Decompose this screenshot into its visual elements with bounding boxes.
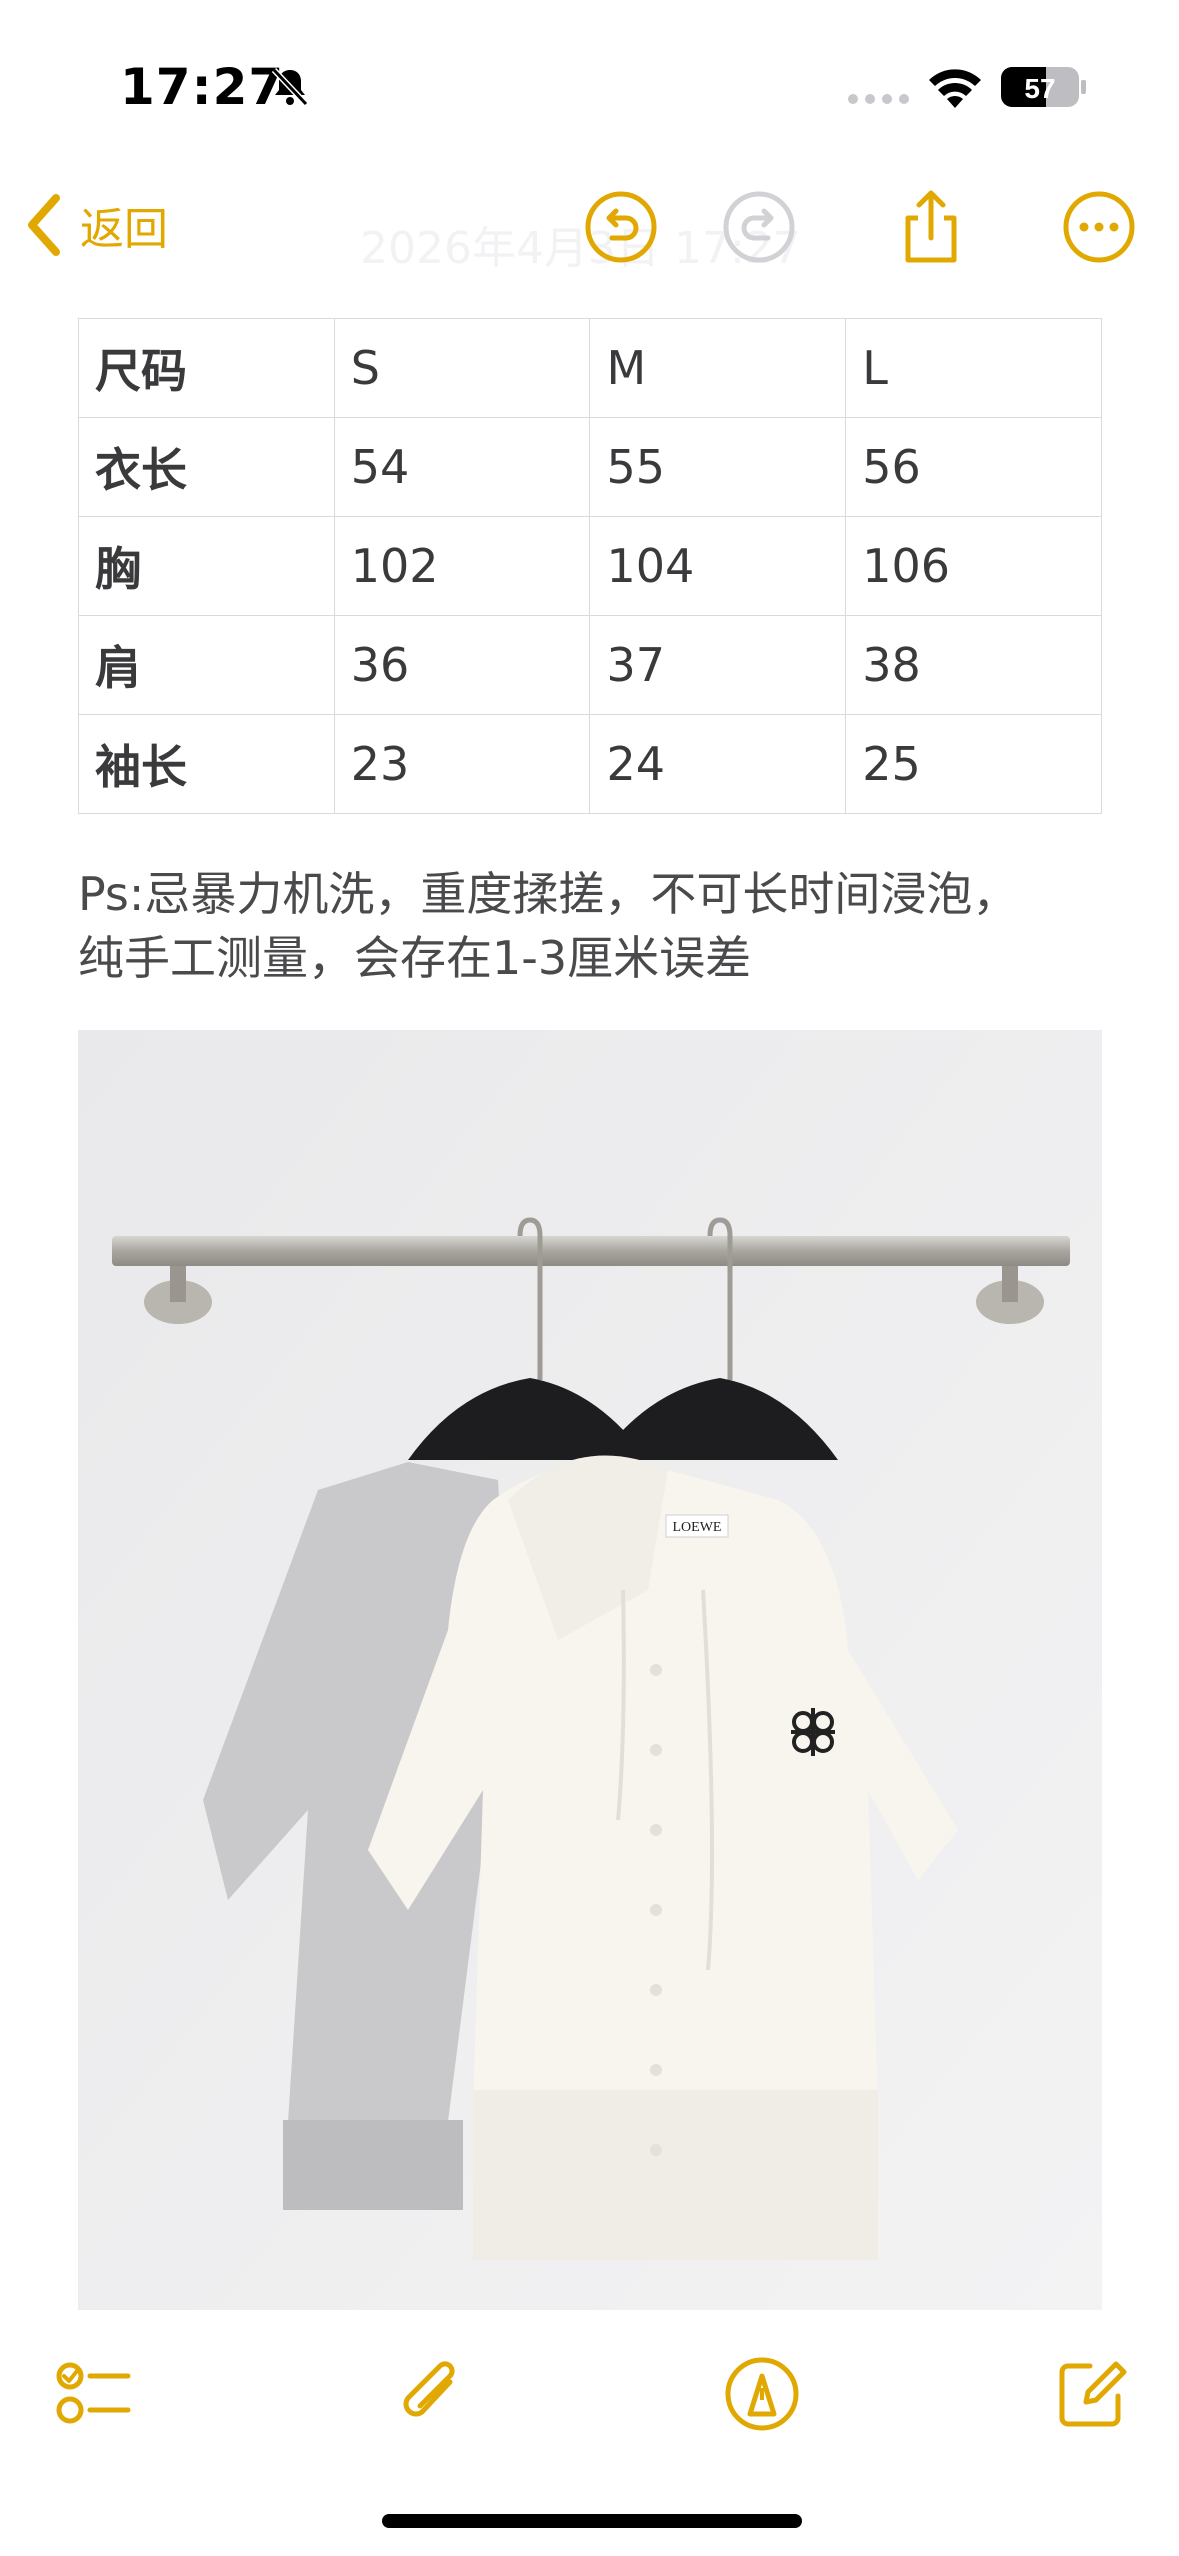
chevron-left-icon — [28, 194, 60, 256]
table-row: 衣长 54 55 56 — [78, 417, 1102, 517]
table-cell[interactable]: 袖长 — [78, 714, 335, 814]
table-cell[interactable]: 24 — [589, 714, 847, 814]
home-indicator[interactable] — [382, 2514, 802, 2528]
table-cell[interactable]: 106 — [845, 516, 1102, 616]
table-row: 袖长 23 24 25 — [78, 714, 1102, 814]
ellipsis-icon[interactable] — [1060, 188, 1138, 266]
table-row: 尺码 S M L — [78, 318, 1102, 418]
table-cell[interactable]: 衣长 — [78, 417, 335, 517]
back-label: 返回 — [80, 204, 168, 255]
table-cell[interactable]: 104 — [589, 516, 847, 616]
garment-photo-image: LOEWE — [78, 1030, 1102, 2310]
garment-photo[interactable]: LOEWE — [78, 1030, 1102, 2310]
redo-icon[interactable] — [720, 188, 798, 266]
note-line: 纯手工测量，会存在1-3厘米误差 — [78, 931, 752, 985]
status-time: 17:27 — [120, 58, 285, 116]
nav-bar: 返回 2026年4月3日 17:27 — [0, 170, 1179, 290]
cellular-signal-icon — [848, 94, 909, 104]
table-row: 肩 36 37 38 — [78, 615, 1102, 715]
svg-text:57: 57 — [1024, 73, 1055, 104]
table-row: 胸 102 104 106 — [78, 516, 1102, 616]
table-cell[interactable]: 肩 — [78, 615, 335, 715]
table-cell[interactable]: 37 — [589, 615, 847, 715]
undo-icon[interactable] — [582, 188, 660, 266]
status-bar: 17:27 57 — [0, 0, 1179, 170]
svg-text:LOEWE: LOEWE — [673, 1520, 722, 1535]
note-line: Ps:忌暴力机洗，重度揉搓，不可长时间浸泡， — [78, 867, 1019, 921]
table-cell[interactable]: L — [845, 318, 1102, 418]
table-cell[interactable]: 54 — [333, 417, 591, 517]
table-cell[interactable]: 23 — [333, 714, 591, 814]
table-cell[interactable]: 25 — [845, 714, 1102, 814]
table-cell[interactable]: 56 — [845, 417, 1102, 517]
table-cell[interactable]: M — [589, 318, 847, 418]
bell-muted-icon — [271, 67, 309, 107]
markup-pen-icon[interactable] — [720, 2352, 804, 2436]
size-table: 尺码 S M L 衣长 54 55 56 胸 102 104 106 肩 36 … — [78, 318, 1102, 814]
table-cell[interactable]: 102 — [333, 516, 591, 616]
wifi-icon — [929, 69, 981, 108]
table-cell[interactable]: 尺码 — [78, 318, 335, 418]
table-cell[interactable]: 38 — [845, 615, 1102, 715]
table-cell[interactable]: S — [333, 318, 591, 418]
back-button[interactable]: 返回 — [22, 192, 168, 258]
share-icon[interactable] — [892, 188, 970, 266]
compose-icon[interactable] — [1050, 2352, 1134, 2436]
note-text[interactable]: Ps:忌暴力机洗，重度揉搓，不可长时间浸泡， 纯手工测量，会存在1-3厘米误差 — [78, 862, 1118, 990]
checklist-icon[interactable] — [52, 2352, 136, 2436]
bottom-toolbar — [0, 2340, 1179, 2450]
table-cell[interactable]: 55 — [589, 417, 847, 517]
table-cell[interactable]: 36 — [333, 615, 591, 715]
paperclip-icon[interactable] — [390, 2352, 474, 2436]
battery-icon: 57 — [1001, 67, 1086, 107]
table-cell[interactable]: 胸 — [78, 516, 335, 616]
